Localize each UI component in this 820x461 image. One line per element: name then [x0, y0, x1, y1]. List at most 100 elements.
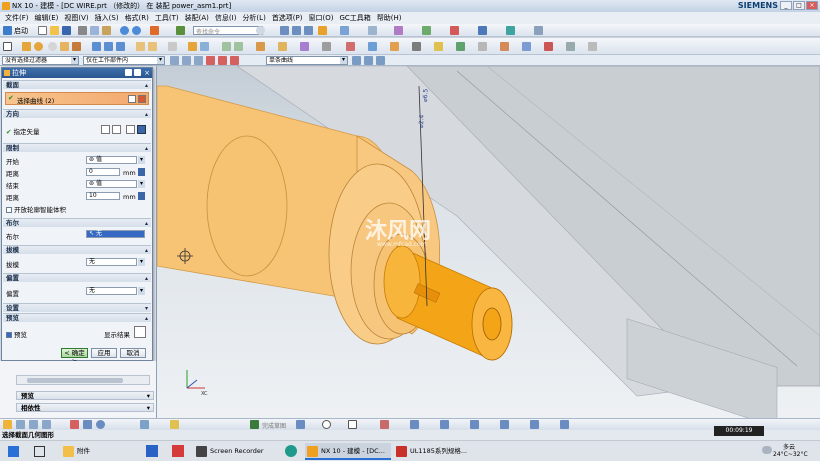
- follow-fillet-icon[interactable]: [364, 56, 373, 65]
- trim-icon[interactable]: [440, 420, 449, 429]
- end-type-select[interactable]: ⊚ 值: [86, 180, 137, 188]
- repeat-command-icon[interactable]: [150, 26, 159, 35]
- show-hide-icon[interactable]: [412, 42, 421, 51]
- snap-midpoint-icon[interactable]: [218, 56, 227, 65]
- sketch-section-icon[interactable]: [128, 95, 136, 103]
- recorder-overlay[interactable]: 00:09:19: [714, 426, 764, 436]
- section-header-draft[interactable]: 拔模 ▴: [3, 245, 151, 254]
- snap-endpoint-icon[interactable]: [206, 56, 215, 65]
- display-icon[interactable]: [170, 420, 179, 429]
- dialog-reset-icon[interactable]: [125, 69, 132, 76]
- offset-dropdown-icon[interactable]: ▾: [138, 287, 145, 295]
- end-distance-input[interactable]: 10: [86, 192, 120, 200]
- graphics-viewport[interactable]: ⌀2.4 ⌀6.5 沐风网 www.mfcad.com XC: [157, 66, 820, 418]
- offset-select[interactable]: 无: [86, 287, 137, 295]
- menu-information[interactable]: 信息(I): [212, 13, 240, 23]
- curve-tools-icon[interactable]: [478, 42, 487, 51]
- windows-start-icon[interactable]: [8, 446, 19, 457]
- cancel-button[interactable]: 取消: [120, 348, 146, 358]
- undo-icon[interactable]: [120, 26, 129, 35]
- toolbar-options-icon[interactable]: [588, 42, 597, 51]
- menu-format[interactable]: 格式(R): [122, 13, 152, 23]
- start-distance-input[interactable]: 0: [86, 168, 120, 176]
- customize-icon[interactable]: [566, 42, 575, 51]
- new-icon[interactable]: [38, 26, 47, 35]
- menu-assemblies[interactable]: 装配(A): [182, 13, 212, 23]
- pattern-curve-icon[interactable]: [560, 420, 569, 429]
- section-view-icon[interactable]: [422, 26, 431, 35]
- arc-icon[interactable]: [96, 420, 105, 429]
- finish-sketch-icon[interactable]: [250, 420, 259, 429]
- command-search-input[interactable]: 查找命令: [194, 29, 220, 36]
- measure-icon[interactable]: [394, 26, 403, 35]
- thread-icon[interactable]: [322, 42, 331, 51]
- dialog-collapse-icon[interactable]: [134, 69, 141, 76]
- touch-mode-icon[interactable]: [176, 26, 185, 35]
- shaded-with-edges-icon[interactable]: [318, 26, 327, 35]
- start-icon[interactable]: [3, 26, 12, 35]
- vector-dialog-icon[interactable]: [112, 125, 121, 134]
- extend-icon[interactable]: [470, 420, 479, 429]
- surface-tools-icon[interactable]: [500, 42, 509, 51]
- filter-icon[interactable]: [16, 420, 25, 429]
- navigator-preview-header[interactable]: 预览 ▾: [16, 391, 154, 400]
- vector-dropdown-icon[interactable]: [137, 125, 146, 134]
- curve-rule-select[interactable]: 单条曲线: [266, 56, 348, 65]
- menu-insert[interactable]: 插入(S): [92, 13, 122, 23]
- finish-sketch-button[interactable]: 完成草图: [262, 421, 286, 430]
- taskbar-item-nx[interactable]: NX 10 - 建模 - [DC...: [305, 443, 391, 460]
- selection-scope-select[interactable]: 仅在工作部件内: [83, 56, 165, 65]
- task-view-icon[interactable]: [34, 446, 45, 457]
- intersect-icon[interactable]: [116, 42, 125, 51]
- start-button[interactable]: 启动: [14, 26, 28, 36]
- mirror-curve-icon[interactable]: [500, 420, 509, 429]
- point-icon[interactable]: [70, 420, 79, 429]
- redo-icon[interactable]: [132, 26, 141, 35]
- snap-point-icon[interactable]: [450, 26, 459, 35]
- section-header-settings[interactable]: 设置 ▾: [3, 303, 151, 312]
- taskbar-app-icon-red[interactable]: [172, 445, 184, 457]
- select-curve-row[interactable]: ✔ 选择曲线 (2): [5, 92, 149, 105]
- profile-icon[interactable]: [296, 420, 305, 429]
- shell-icon[interactable]: [168, 42, 177, 51]
- wcs-icon[interactable]: [478, 26, 487, 35]
- filter-option-icon-3[interactable]: [194, 56, 203, 65]
- line-icon[interactable]: [83, 420, 92, 429]
- taskbar-app-icon-blue[interactable]: [146, 445, 158, 457]
- taskbar-item-recorder[interactable]: Screen Recorder: [196, 443, 264, 460]
- offset-curve-icon[interactable]: [530, 420, 539, 429]
- unite-icon[interactable]: [92, 42, 101, 51]
- filter-option-icon-2[interactable]: [182, 56, 191, 65]
- section-header-direction[interactable]: 方向 ▴: [3, 109, 151, 118]
- rectangle-icon[interactable]: [348, 420, 357, 429]
- feature-curve-icon[interactable]: [376, 56, 385, 65]
- start-distance-menu-icon[interactable]: [138, 168, 145, 176]
- reverse-direction-icon[interactable]: [101, 125, 110, 134]
- preview-row[interactable]: 预览: [6, 329, 27, 339]
- subtract-icon[interactable]: [104, 42, 113, 51]
- view-icon[interactable]: [140, 420, 149, 429]
- constraint-icon[interactable]: [380, 420, 389, 429]
- pocket-icon[interactable]: [72, 42, 81, 51]
- trim-body-icon[interactable]: [256, 42, 265, 51]
- edit-object-display-icon[interactable]: [434, 42, 443, 51]
- wave-geometry-icon[interactable]: [390, 42, 399, 51]
- assembly-constraint-icon[interactable]: [346, 42, 355, 51]
- gc-tool-icon[interactable]: [506, 26, 515, 35]
- start-type-select[interactable]: ⊚ 值: [86, 156, 137, 164]
- ok-button[interactable]: < 确定 >: [61, 348, 88, 365]
- offset-face-icon[interactable]: [278, 42, 287, 51]
- navigator-dependencies-header[interactable]: 相依性 ▾: [16, 403, 154, 412]
- maximize-button[interactable]: □: [793, 1, 805, 10]
- edge-blend-icon[interactable]: [136, 42, 145, 51]
- minimize-button[interactable]: _: [780, 1, 792, 10]
- section-header-offset[interactable]: 偏置 ▴: [3, 273, 151, 282]
- dialog-titlebar[interactable]: 拉伸 ×: [2, 68, 152, 78]
- chamfer-icon[interactable]: [148, 42, 157, 51]
- more-tools-icon[interactable]: [534, 26, 543, 35]
- taskbar-item-folder[interactable]: 附件: [63, 443, 90, 460]
- end-type-dropdown-icon[interactable]: ▾: [138, 180, 145, 188]
- section-header-preview[interactable]: 预览 ▴: [3, 313, 151, 322]
- specify-vector-row[interactable]: ✔ 指定矢量: [6, 126, 40, 136]
- filter-option-icon-1[interactable]: [170, 56, 179, 65]
